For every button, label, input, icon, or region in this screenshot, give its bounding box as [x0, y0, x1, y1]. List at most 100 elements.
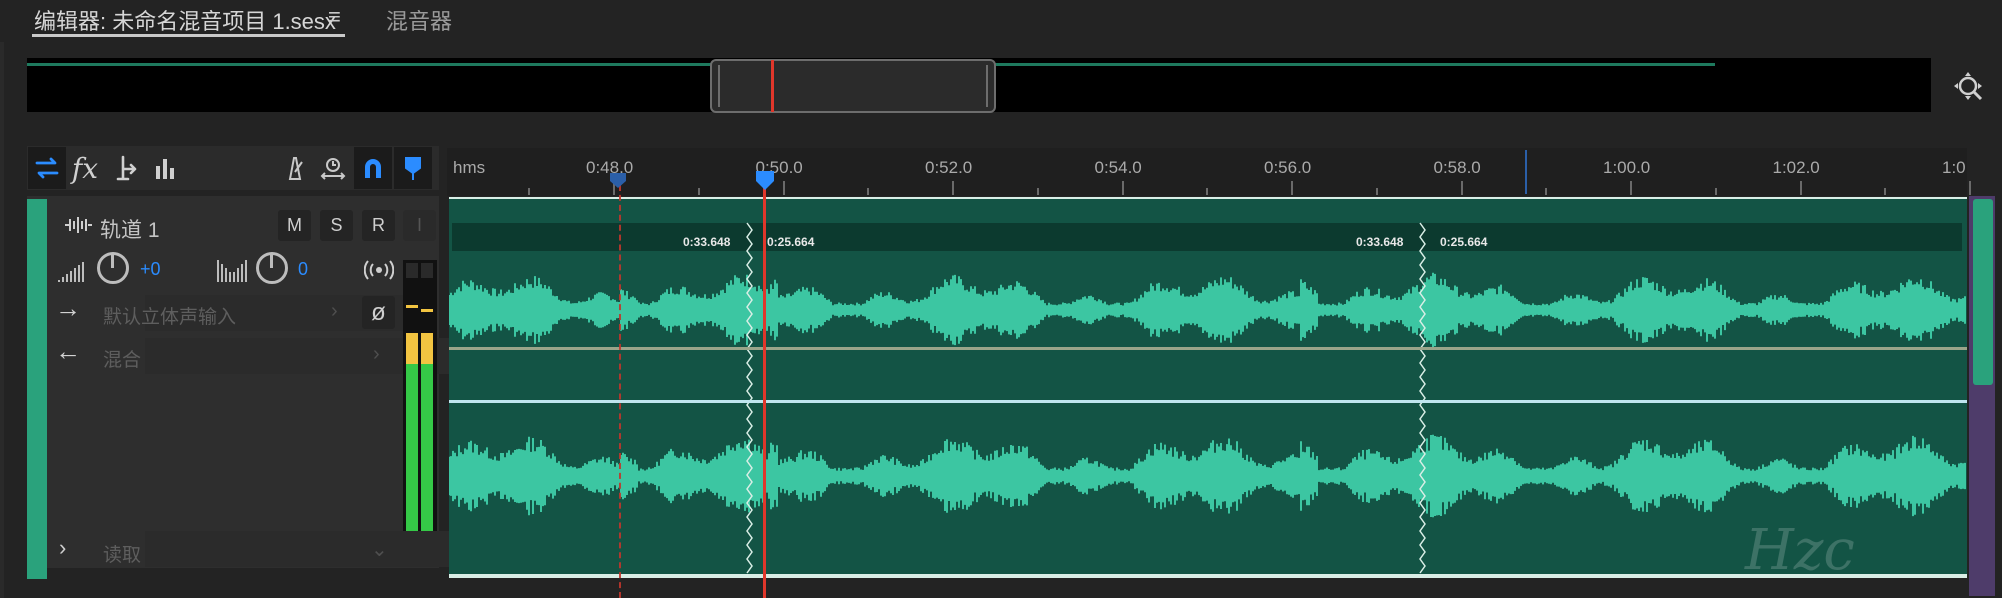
channel-divider-line: [449, 400, 1967, 403]
automation-row: › 读取 ⌄: [55, 531, 455, 567]
output-row: ← 混合 ›: [55, 336, 455, 374]
ruler-minor-tick: [1884, 188, 1887, 195]
inputs-outputs-toggle[interactable]: [28, 147, 66, 189]
ruler-unit-label: hms: [453, 158, 486, 177]
ruler-tick-label: 1:0: [1942, 158, 1966, 177]
clip-seam-line: [1419, 222, 1426, 574]
ruler-tick-label: 0:52.0: [925, 158, 973, 177]
sends-icon: [116, 155, 137, 181]
time-stretch-icon: [320, 158, 346, 180]
chevron-right-icon: ›: [331, 300, 338, 322]
expand-chevron-icon[interactable]: ›: [59, 535, 66, 561]
phase-invert-button[interactable]: ø: [362, 296, 395, 329]
ruler-major-tick: [782, 181, 785, 195]
tab-editor[interactable]: 编辑器: 未命名混音项目 1.sesx: [34, 4, 336, 36]
output-arrow-icon: ←: [55, 336, 81, 366]
eq-toggle[interactable]: [146, 147, 184, 189]
record-arm-button[interactable]: R: [362, 210, 395, 241]
ruler-major-tick: [1460, 181, 1463, 195]
ruler-minor-tick: [1036, 188, 1039, 195]
overview-playhead: [771, 60, 774, 112]
ruler-major-tick: [1799, 181, 1802, 195]
chevron-down-icon: ⌄: [371, 539, 388, 561]
ruler-major-tick: [1969, 181, 1971, 195]
input-monitor-button[interactable]: I: [403, 210, 436, 241]
ruler-major-tick: [1630, 181, 1632, 195]
volume-knob[interactable]: [97, 252, 129, 284]
eq-bars-icon: [156, 159, 174, 179]
volume-envelope-line[interactable]: [449, 347, 1967, 350]
clip-bottom-border: [449, 574, 1967, 578]
sends-toggle[interactable]: [108, 147, 146, 189]
effects-toggle[interactable]: fx: [66, 147, 104, 189]
ruler-tick-label: 0:56.0: [1264, 158, 1312, 177]
panel-left-edge: [0, 0, 4, 598]
waveform-peaks: [449, 272, 1966, 348]
input-row: → 默认立体声输入 ›: [55, 293, 413, 331]
automation-mode-label: 读取: [103, 545, 142, 566]
solo-button[interactable]: S: [320, 210, 353, 241]
ruler-major-tick: [1291, 181, 1293, 195]
stereo-broadcast-icon[interactable]: [363, 260, 395, 283]
waveform-display: [449, 222, 1966, 574]
ruler-major-tick: [952, 181, 954, 195]
input-select-label: 默认立体声输入: [103, 307, 237, 328]
meter-left-peak: [406, 305, 418, 308]
mute-button[interactable]: M: [278, 210, 311, 241]
waveform-track-icon: [64, 216, 92, 239]
ruler-minor-tick: [528, 188, 531, 195]
track-header: [27, 196, 439, 568]
marker-snapping-toggle[interactable]: [394, 147, 432, 189]
ruler-tick-label: 0:58.0: [1433, 158, 1481, 177]
time-stretch-button[interactable]: [314, 147, 352, 189]
swap-arrows-icon: [35, 157, 59, 179]
tab-editor-underline: [32, 34, 345, 37]
ruler-minor-tick: [1375, 188, 1378, 195]
overview-left-grip[interactable]: [718, 65, 722, 107]
meter-right-yellow: [421, 333, 433, 364]
ruler-minor-tick: [1545, 188, 1548, 195]
ruler-minor-tick: [697, 188, 700, 195]
playhead[interactable]: [763, 178, 766, 598]
ruler-tick-label: 1:02.0: [1772, 158, 1820, 177]
panel-menu-icon[interactable]: ≡: [328, 4, 341, 30]
waveform-channel-right: [449, 434, 1966, 518]
waveform-peaks: [449, 434, 1966, 518]
watermark: Hzc: [1745, 518, 1855, 583]
chevron-right-icon: ›: [373, 343, 380, 365]
metronome-icon: [288, 157, 303, 180]
playhead-handle-icon[interactable]: [755, 170, 775, 192]
magnet-icon: [365, 159, 381, 178]
phase-invert-icon: ø: [371, 298, 386, 326]
vertical-scroll-thumb[interactable]: [1973, 199, 1993, 385]
meter-right-clip[interactable]: [421, 263, 433, 278]
volume-icon: [57, 256, 89, 284]
overview-viewport-handle[interactable]: [710, 59, 996, 113]
ruler-tick-label: 1:00.0: [1603, 158, 1651, 177]
loop-marker-line: [619, 185, 621, 598]
tab-mixer[interactable]: 混音器: [386, 4, 452, 36]
track-color-strip[interactable]: [27, 199, 47, 579]
volume-value[interactable]: +0: [140, 259, 161, 280]
snapping-toggle[interactable]: [354, 147, 392, 189]
meter-left-clip[interactable]: [406, 263, 418, 278]
overview-right-grip[interactable]: [984, 65, 988, 107]
meter-right-peak: [421, 309, 433, 312]
metronome-button[interactable]: [276, 147, 314, 189]
track-name[interactable]: 轨道 1: [100, 214, 160, 244]
ruler-major-tick: [1121, 181, 1124, 195]
ruler-cursor-line: [1525, 150, 1527, 194]
ruler-minor-tick: [867, 188, 870, 195]
marker-pin-icon: [405, 157, 421, 180]
output-select-label: 混合: [103, 350, 142, 371]
pan-knob[interactable]: [256, 252, 288, 284]
automation-mode-select[interactable]: [145, 531, 455, 567]
waveform-channel-left: [449, 272, 1966, 348]
zoom-to-fit-icon[interactable]: [1952, 70, 1986, 104]
ruler-tick-label: 0:54.0: [1094, 158, 1142, 177]
pan-value[interactable]: 0: [298, 259, 308, 280]
pan-icon: [216, 256, 248, 284]
input-arrow-icon: →: [55, 293, 81, 323]
in-point-marker-icon[interactable]: [609, 172, 627, 190]
ruler-minor-tick: [1714, 188, 1717, 195]
